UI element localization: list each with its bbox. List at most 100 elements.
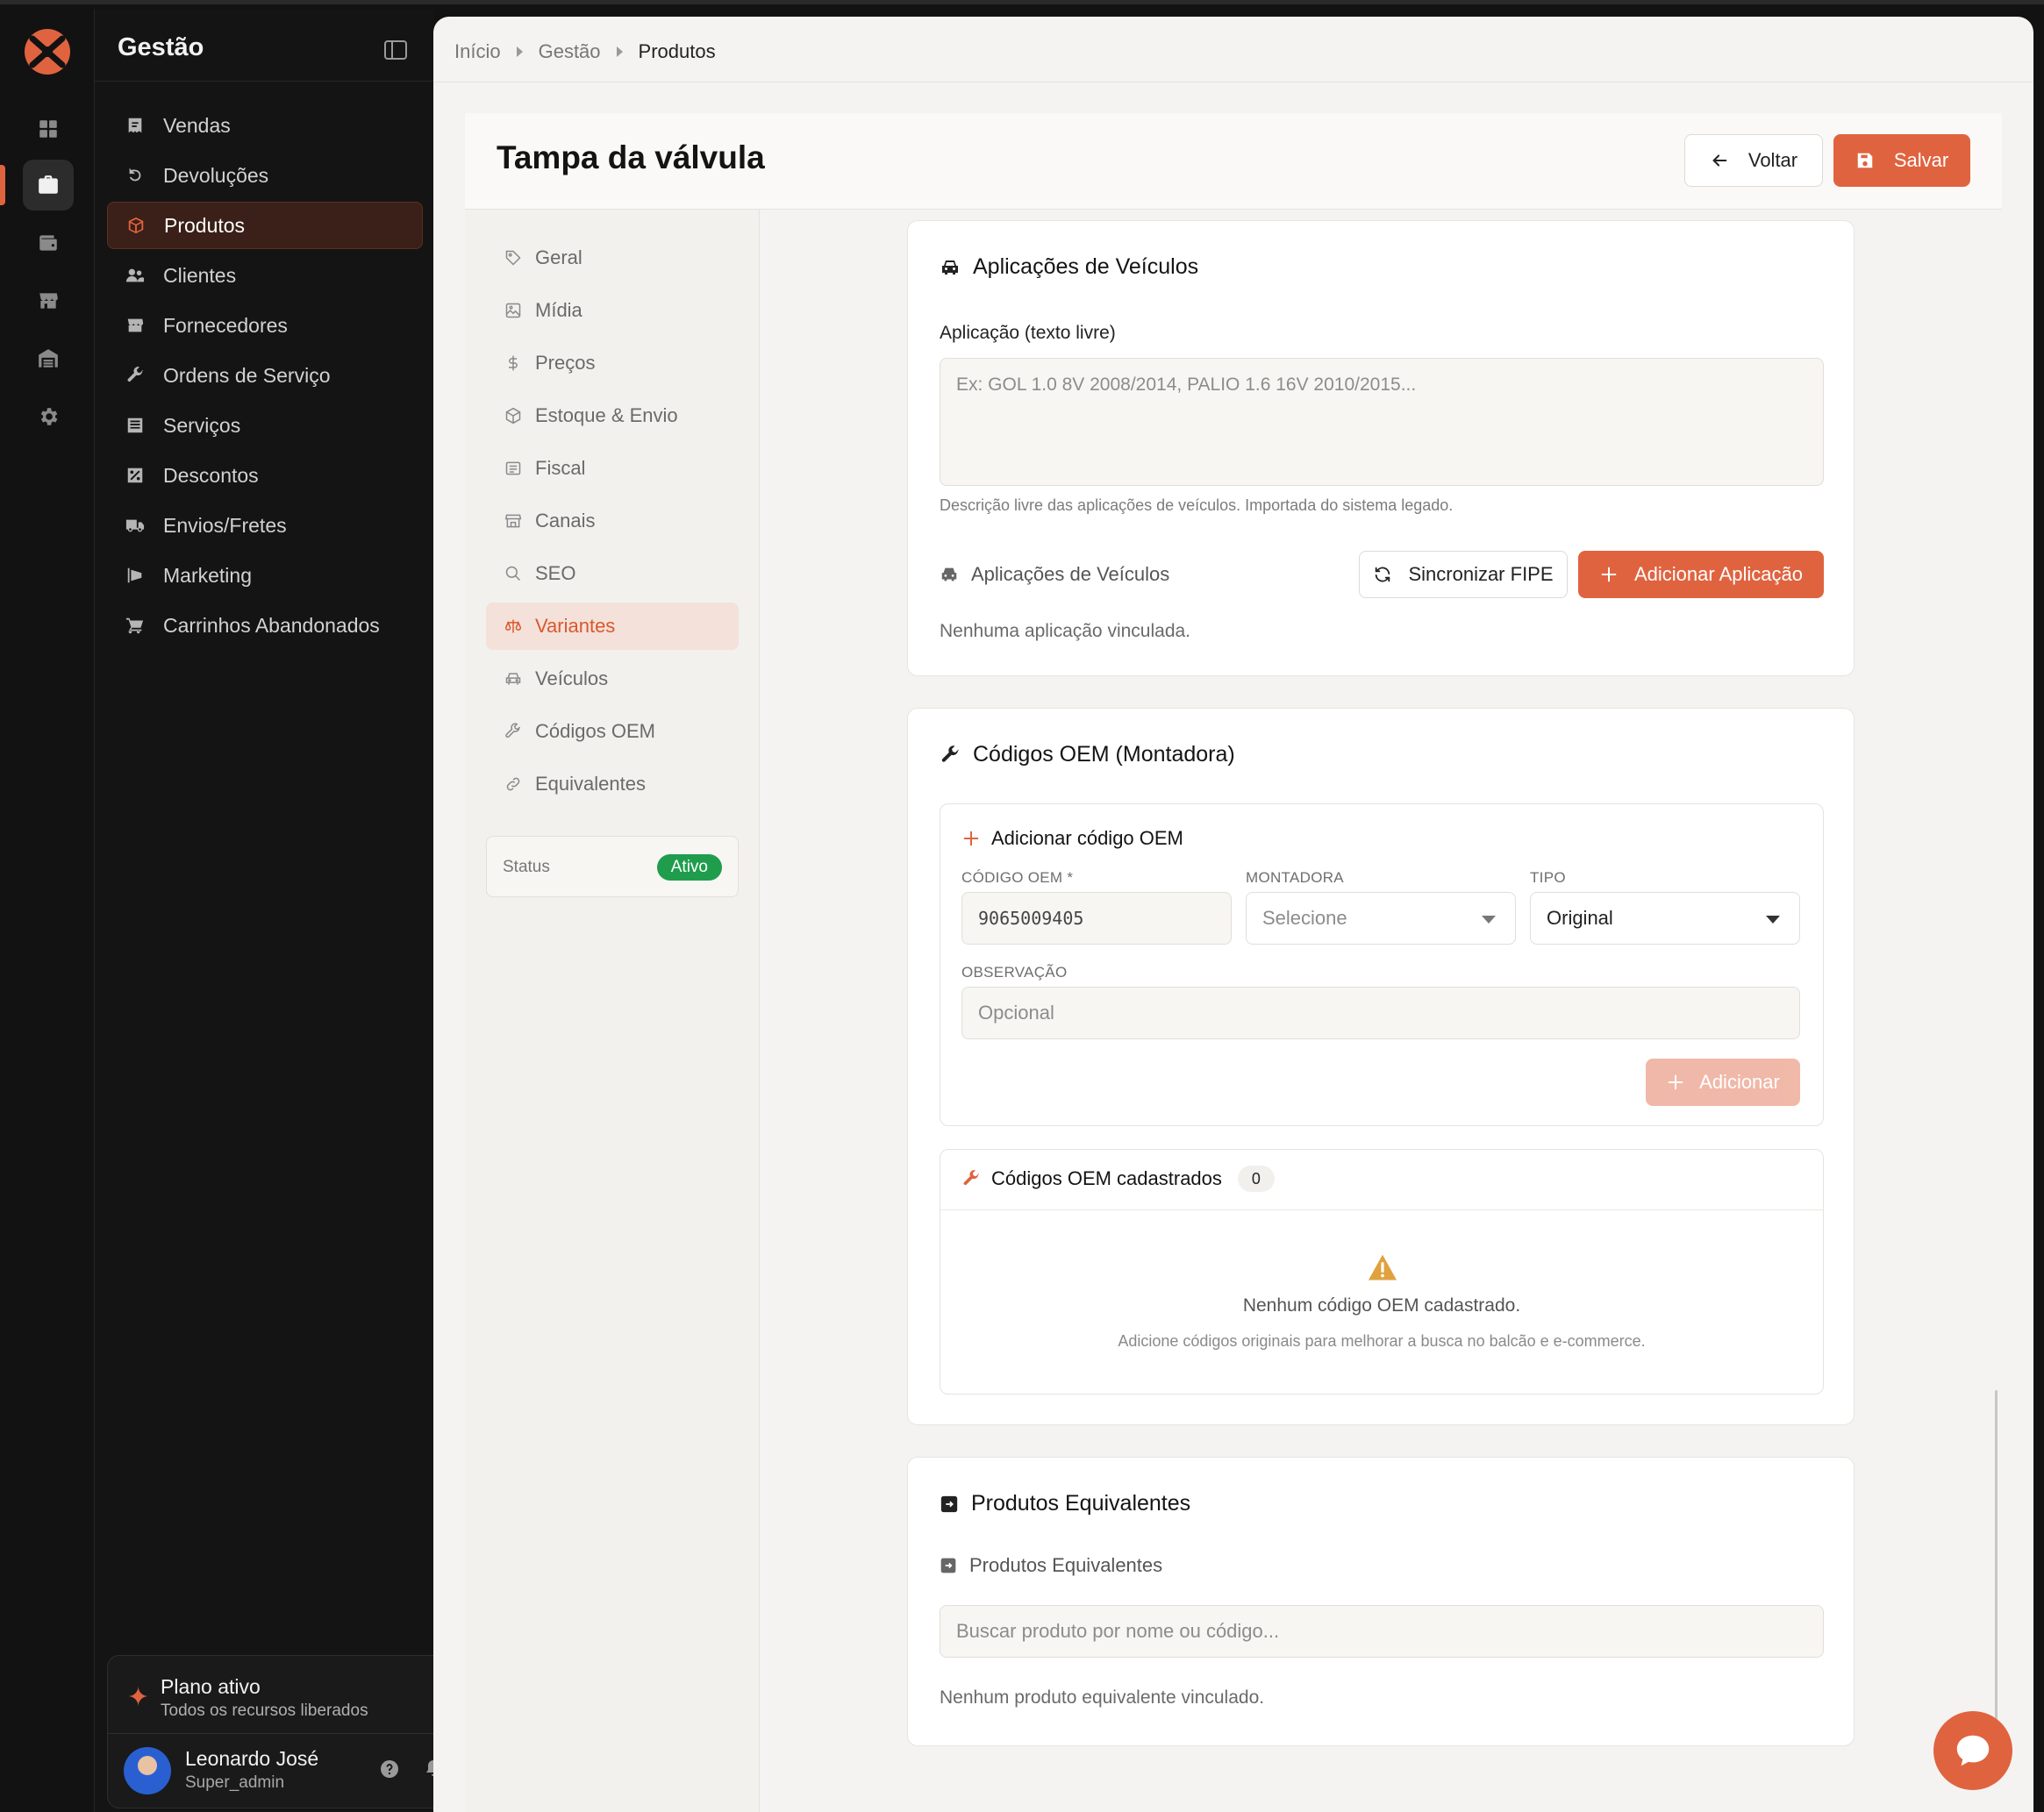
rail-dashboard-button[interactable] <box>23 103 74 154</box>
sidebar-item-produtos[interactable]: Produtos <box>107 202 423 249</box>
oem-list-title: Códigos OEM cadastrados 0 <box>961 1166 1275 1192</box>
application-hint: Descrição livre das aplicações de veícul… <box>940 496 1454 514</box>
tag-icon <box>505 250 521 266</box>
equivalents-sublabel: Produtos Equivalentes <box>940 1554 1162 1577</box>
refresh-icon <box>1376 567 1390 582</box>
icon-rail <box>0 9 95 1812</box>
tab-variantes[interactable]: Variantes <box>486 603 739 650</box>
briefcase-icon <box>39 175 58 194</box>
tab-precos[interactable]: Preços <box>486 339 739 387</box>
sidebar-item-label: Vendas <box>163 113 231 137</box>
tab-veiculos[interactable]: Veículos <box>486 655 739 703</box>
tab-equivalentes[interactable]: Equivalentes <box>486 760 739 808</box>
card-title-text: Produtos Equivalentes <box>971 1491 1191 1516</box>
tab-midia[interactable]: Mídia <box>486 287 739 334</box>
application-textarea[interactable]: Ex: GOL 1.0 8V 2008/2014, PALIO 1.6 16V … <box>940 358 1824 486</box>
sidebar-toggle-icon[interactable] <box>384 40 407 60</box>
tab-label: Preços <box>535 352 596 374</box>
card-title: Códigos OEM (Montadora) <box>940 742 1235 767</box>
add-oem-button-label: Adicionar <box>1699 1071 1780 1093</box>
sidebar-item-envios[interactable]: Envios/Fretes <box>107 502 423 549</box>
sparkle-icon: ✦ <box>127 1683 150 1712</box>
equivalent-search-input[interactable]: Buscar produto por nome ou código... <box>940 1605 1824 1658</box>
add-oem-button[interactable]: Adicionar <box>1646 1059 1800 1106</box>
vehicle-applications-card: Aplicações de Veículos Aplicação (texto … <box>907 220 1855 676</box>
sidebar-item-carrinhos[interactable]: Carrinhos Abandonados <box>107 602 423 649</box>
tab-label: Mídia <box>535 299 582 321</box>
users-icon <box>125 268 145 282</box>
add-oem-form: Adicionar código OEM CÓDIGO OEM * 906500… <box>940 803 1824 1126</box>
save-button[interactable]: Salvar <box>1833 134 1970 187</box>
sync-fipe-button[interactable]: Sincronizar FIPE <box>1359 551 1568 598</box>
tab-fiscal[interactable]: Fiscal <box>486 445 739 492</box>
oem-code-input[interactable]: 9065009405 <box>961 892 1232 945</box>
rail-settings-button[interactable] <box>23 391 74 442</box>
oem-list: Códigos OEM cadastrados 0 Nenhum código … <box>940 1149 1824 1395</box>
observation-input[interactable]: Opcional <box>961 987 1800 1039</box>
sidebar-item-label: Devoluções <box>163 163 269 187</box>
scrollbar[interactable] <box>1995 1390 1998 1741</box>
breadcrumb-item-inicio[interactable]: Início <box>454 40 501 63</box>
equivalents-empty: Nenhum produto equivalente vinculado. <box>940 1687 1265 1708</box>
brand-logo-icon[interactable] <box>22 26 73 77</box>
sidebar-item-vendas[interactable]: Vendas <box>107 102 423 149</box>
breadcrumb-item-gestao[interactable]: Gestão <box>539 40 601 63</box>
tab-label: Códigos OEM <box>535 720 655 742</box>
add-oem-title: Adicionar código OEM <box>961 827 1183 850</box>
tab-canais[interactable]: Canais <box>486 497 739 545</box>
sidebar-item-label: Marketing <box>163 563 252 587</box>
status-box: Status Ativo <box>486 836 739 897</box>
tab-estoque[interactable]: Estoque & Envio <box>486 392 739 439</box>
breadcrumb-item-produtos: Produtos <box>638 40 716 62</box>
tab-geral[interactable]: Geral <box>486 234 739 282</box>
plus-icon <box>1668 1074 1683 1090</box>
tab-codigos-oem[interactable]: Códigos OEM <box>486 708 739 755</box>
sidebar-item-devolucoes[interactable]: Devoluções <box>107 152 423 199</box>
equivalents-sublabel-text: Produtos Equivalentes <box>969 1554 1163 1576</box>
sidebar-item-descontos[interactable]: Descontos <box>107 452 423 499</box>
type-select-value: Original <box>1547 907 1613 929</box>
sidebar-item-label: Produtos <box>164 213 246 237</box>
help-icon[interactable] <box>378 1758 401 1780</box>
dashboard-icon <box>39 120 57 138</box>
type-label: TIPO <box>1530 869 1566 886</box>
rail-store-button[interactable] <box>23 275 74 326</box>
tab-label: Variantes <box>535 615 616 637</box>
sidebar-item-servicos[interactable]: Serviços <box>107 402 423 449</box>
link-box-icon <box>940 1558 956 1573</box>
sidebar-item-clientes[interactable]: Clientes <box>107 252 423 299</box>
back-button[interactable]: Voltar <box>1684 134 1823 187</box>
chat-button[interactable] <box>1933 1711 2012 1790</box>
rail-warehouse-button[interactable] <box>23 333 74 384</box>
oem-empty-subtitle: Adicione códigos originais para melhorar… <box>1118 1332 1646 1350</box>
list-icon <box>127 417 143 433</box>
maker-select[interactable]: Selecione <box>1246 892 1516 945</box>
user-name: Leonardo José <box>185 1747 319 1770</box>
tab-label: Canais <box>535 510 596 531</box>
applications-sublabel-text: Aplicações de Veículos <box>971 563 1170 585</box>
wrench-icon <box>941 745 959 762</box>
avatar[interactable] <box>124 1747 171 1794</box>
user-role: Super_admin <box>185 1773 285 1792</box>
type-select[interactable]: Original <box>1530 892 1800 945</box>
sidebar-item-ordens-servico[interactable]: Ordens de Serviço <box>107 352 423 399</box>
chevron-down-icon <box>1766 916 1780 924</box>
receipt-icon <box>128 118 142 133</box>
add-application-button[interactable]: Adicionar Aplicação <box>1578 551 1824 598</box>
chevron-right-icon <box>616 46 623 57</box>
sidebar-item-label: Descontos <box>163 463 259 487</box>
equivalent-products-card: Produtos Equivalentes Produtos Equivalen… <box>907 1457 1855 1746</box>
save-button-label: Salvar <box>1893 149 1949 171</box>
rail-management-button[interactable] <box>23 160 74 210</box>
sidebar: Gestão Vendas Devoluções Produtos Client… <box>95 9 517 1812</box>
cart-icon <box>125 617 144 634</box>
car-icon <box>942 260 958 275</box>
store-icon <box>39 293 58 309</box>
plan-subtitle: Todos os recursos liberados <box>161 1701 368 1720</box>
sidebar-item-fornecedores[interactable]: Fornecedores <box>107 302 423 349</box>
rail-finance-button[interactable] <box>23 218 74 268</box>
status-badge[interactable]: Ativo <box>656 854 722 881</box>
tab-seo[interactable]: SEO <box>486 550 739 597</box>
save-icon <box>1857 153 1873 168</box>
sidebar-item-marketing[interactable]: Marketing <box>107 552 423 599</box>
